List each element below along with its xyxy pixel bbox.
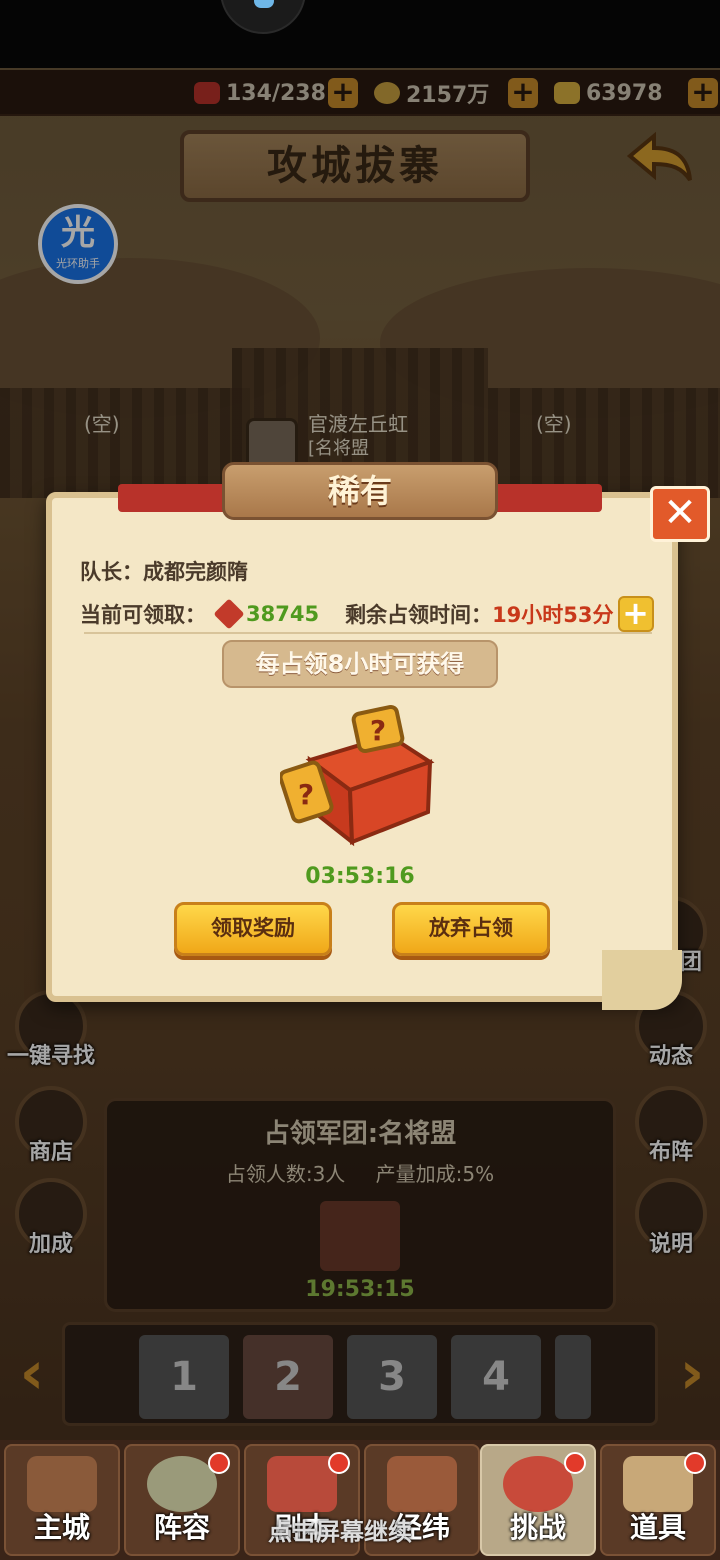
close-icon[interactable]: ✕ [650, 486, 710, 542]
status-bar [0, 0, 720, 68]
script-badge [328, 1452, 350, 1474]
abandon-occupation-button[interactable]: 放弃占领 [392, 902, 550, 956]
game-screen: 134/238 + 2157万 + 63978 + 攻城拔寨 光 光环助手 (空… [0, 0, 720, 1560]
dialog-title: 稀有 [327, 472, 392, 510]
main-city-icon [27, 1456, 97, 1512]
nav-items[interactable]: 道具 [600, 1444, 716, 1556]
claimable-label: 当前可领取： [80, 603, 206, 627]
strategy-icon [387, 1456, 457, 1512]
claimable-value: 38745 [246, 602, 320, 626]
challenge-badge [564, 1452, 586, 1474]
challenge-icon [503, 1456, 573, 1512]
claim-reward-button[interactable]: 领取奖励 [174, 902, 332, 956]
dialog-title-plaque: 稀有 [222, 462, 498, 520]
claim-row: 当前可领取： 38745 剩余占领时间： 19小时53分 + [80, 596, 654, 632]
nav-main-city[interactable]: 主城 [4, 1444, 120, 1556]
reward-countdown: 03:53:16 [305, 864, 415, 889]
svg-text:?: ? [370, 714, 386, 747]
lineup-icon [147, 1456, 217, 1512]
reward-interval-pill: 每占领8小时可获得 [222, 640, 498, 688]
remaining-time-value: 19小时53分 [492, 603, 614, 627]
script-icon [267, 1456, 337, 1512]
nav-lineup-label: 阵容 [153, 1511, 210, 1544]
captain-row: 队长：成都完颜隋 [80, 556, 248, 586]
nav-main-city-label: 主城 [33, 1511, 90, 1544]
scroll-curl [602, 950, 682, 1010]
nav-challenge-label: 挑战 [509, 1511, 566, 1544]
tap-to-continue-hint[interactable]: 点击屏幕继续 [268, 1512, 412, 1547]
nav-challenge[interactable]: 挑战 [480, 1444, 596, 1556]
dialog-divider [84, 632, 652, 634]
captain-label: 队长： [80, 560, 143, 584]
remaining-time-label: 剩余占领时间： [345, 603, 493, 627]
items-badge [684, 1452, 706, 1474]
lineup-badge [208, 1452, 230, 1474]
nav-items-label: 道具 [629, 1511, 686, 1544]
mystery-chest-icon: ? ? [280, 704, 435, 847]
extend-time-button[interactable]: + [617, 596, 654, 632]
captain-name: 成都完颜隋 [143, 560, 248, 584]
nav-lineup[interactable]: 阵容 [124, 1444, 240, 1556]
items-icon [623, 1456, 693, 1512]
svg-text:?: ? [298, 778, 314, 811]
gem-icon [213, 598, 245, 630]
